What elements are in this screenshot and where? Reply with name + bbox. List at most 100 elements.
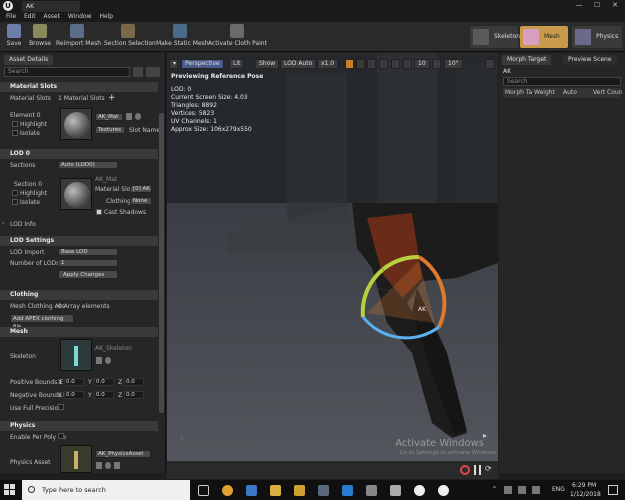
column-auto[interactable]: Auto: [563, 89, 577, 96]
lod-info-label[interactable]: LOD Info: [10, 221, 36, 228]
neg-y-field[interactable]: 0.0: [94, 391, 114, 399]
section-physics[interactable]: Physics: [0, 421, 158, 431]
physics-clear-icon[interactable]: [114, 462, 120, 469]
details-search-input[interactable]: Search: [4, 67, 130, 77]
cast-shadows-checkbox[interactable]: [96, 209, 102, 215]
reimport-mesh-button[interactable]: Reimport Mesh: [56, 24, 101, 51]
chrome-icon[interactable]: [222, 485, 233, 496]
playback-speed-button[interactable]: x1.0: [317, 59, 339, 69]
maximize-viewport-icon[interactable]: [485, 59, 495, 69]
pos-x-field[interactable]: 0.0: [64, 378, 84, 386]
show-button[interactable]: Show: [255, 59, 280, 69]
windows-start-icon[interactable]: [4, 484, 16, 496]
scale-icon[interactable]: [367, 59, 376, 69]
section-mesh[interactable]: Mesh: [0, 327, 158, 337]
section-material-slots[interactable]: Material Slots: [0, 82, 158, 92]
rotate-icon[interactable]: [356, 59, 365, 69]
add-apex-clothing-button[interactable]: Add APEX clothing file...: [10, 314, 74, 330]
menu-file[interactable]: File: [6, 12, 16, 22]
rotation-snap-value[interactable]: 10°: [444, 59, 463, 69]
rotation-snap-icon[interactable]: [432, 59, 441, 69]
world-local-icon[interactable]: [379, 59, 388, 69]
language-indicator[interactable]: ENG: [552, 486, 565, 493]
column-vert-count[interactable]: Vert Coun: [593, 89, 623, 96]
viewport-menu-button[interactable]: ▾: [169, 59, 178, 69]
make-static-mesh-button[interactable]: Make Static Mesh: [156, 24, 209, 51]
menu-edit[interactable]: Edit: [24, 12, 36, 22]
document-tab[interactable]: AK: [22, 1, 80, 12]
eye-icon[interactable]: [146, 67, 160, 77]
viewport[interactable]: ▾ Perspective Lit Show LOD Auto x1.0 10 …: [167, 53, 498, 479]
tab-morph-target[interactable]: Morph Target: [502, 55, 552, 65]
unreal-engine-icon[interactable]: [414, 485, 425, 496]
clock-date[interactable]: 1/12/2018: [570, 491, 601, 498]
tab-preview-scene[interactable]: Preview Scene: [563, 55, 617, 65]
lod-auto-button[interactable]: LOD Auto: [280, 59, 317, 69]
lit-button[interactable]: Lit: [229, 59, 245, 69]
sections-combo[interactable]: Auto (LOD0): [58, 161, 118, 169]
clock-time[interactable]: 6:29 PM: [572, 482, 596, 489]
loop-icon[interactable]: ⟳: [485, 464, 492, 473]
task-view-icon[interactable]: [198, 485, 209, 496]
neg-x-field[interactable]: 0.0: [64, 391, 84, 399]
column-weight[interactable]: Weight: [534, 89, 555, 96]
physics-browse-icon[interactable]: [105, 462, 111, 469]
tab-asset-details[interactable]: Asset Details: [4, 55, 54, 65]
volume-icon[interactable]: [518, 486, 526, 494]
isolate-checkbox[interactable]: [12, 130, 18, 136]
enable-per-poly-checkbox[interactable]: [58, 433, 64, 439]
column-morph-target[interactable]: Morph Ta: [505, 89, 532, 96]
taskbar-search-input[interactable]: Type here to search: [22, 480, 190, 500]
menu-asset[interactable]: Asset: [44, 12, 60, 22]
material-slot-combo[interactable]: [0] AK: [130, 185, 152, 193]
record-icon[interactable]: [460, 465, 470, 475]
perspective-button[interactable]: Perspective: [181, 59, 224, 69]
save-button[interactable]: Save: [3, 24, 25, 51]
section-isolate-checkbox[interactable]: [12, 199, 18, 205]
section-lod-settings[interactable]: LOD Settings: [0, 236, 158, 246]
edge-icon[interactable]: [342, 485, 353, 496]
app-icon-2[interactable]: [366, 485, 377, 496]
skeleton-arrow-icon[interactable]: [96, 357, 102, 364]
physics-asset-thumbnail[interactable]: [60, 445, 92, 473]
activate-cloth-paint-button[interactable]: Activate Cloth Paint: [208, 24, 267, 51]
section-material-thumbnail[interactable]: [60, 178, 92, 210]
arrow-left-icon[interactable]: [126, 113, 132, 120]
unreal-editor-icon[interactable]: [438, 485, 449, 496]
textures-combo[interactable]: Textures: [95, 126, 125, 134]
maximize-button[interactable]: ☐: [590, 0, 604, 11]
close-button[interactable]: ✕: [608, 0, 622, 11]
clothing-combo[interactable]: None: [130, 197, 152, 205]
morph-search-input[interactable]: Search: [503, 77, 621, 86]
surface-snap-icon[interactable]: [391, 59, 400, 69]
network-icon[interactable]: [504, 486, 512, 494]
highlight-checkbox[interactable]: [12, 121, 18, 127]
translate-icon[interactable]: [345, 59, 354, 69]
apply-changes-button[interactable]: Apply Changes: [58, 270, 118, 279]
grid-snap-icon[interactable]: [403, 59, 412, 69]
menu-help[interactable]: Help: [99, 12, 113, 22]
battery-icon[interactable]: [532, 486, 540, 494]
expand-arrow-icon[interactable]: ›: [2, 220, 8, 227]
physics-asset-combo[interactable]: AK_PhysicsAsset: [95, 450, 151, 458]
camera-app-icon[interactable]: [390, 485, 401, 496]
physics-arrow-icon[interactable]: [96, 462, 102, 469]
section-clothing[interactable]: Clothing: [0, 290, 158, 300]
skeleton-thumbnail[interactable]: [60, 339, 92, 371]
pause-icon[interactable]: [474, 465, 481, 475]
browse-icon[interactable]: [135, 113, 141, 120]
view-options-icon[interactable]: [133, 67, 143, 77]
add-plus-icon[interactable]: +: [108, 93, 116, 103]
number-of-lods-field[interactable]: 1: [58, 259, 118, 267]
material-thumbnail[interactable]: [60, 108, 92, 140]
material-combo[interactable]: AK_Mat: [95, 113, 123, 121]
section-lod-0[interactable]: LOD 0: [0, 149, 158, 159]
neg-z-field[interactable]: 0.0: [124, 391, 144, 399]
minimize-button[interactable]: —: [572, 0, 586, 11]
skeleton-browse-icon[interactable]: [105, 357, 111, 364]
physics-mode-button[interactable]: Physics: [572, 26, 622, 48]
app-icon[interactable]: [318, 485, 329, 496]
store-icon[interactable]: [246, 485, 257, 496]
folder-icon[interactable]: [294, 485, 305, 496]
pos-z-field[interactable]: 0.0: [124, 378, 144, 386]
